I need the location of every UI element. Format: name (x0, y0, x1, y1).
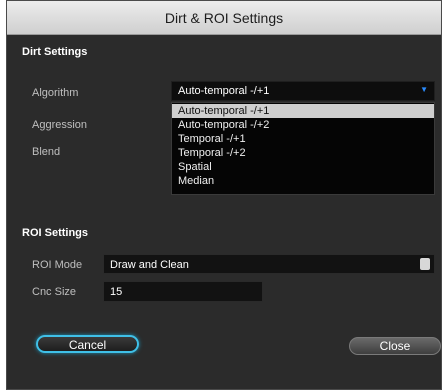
aggression-label: Aggression (32, 119, 88, 131)
algorithm-option[interactable]: Spatial (172, 160, 434, 174)
chevron-down-icon: ▼ (420, 85, 428, 94)
window-title: Dirt & ROI Settings (164, 9, 284, 26)
dirt-settings-heading: Dirt Settings (22, 46, 88, 58)
algorithm-option[interactable]: Temporal -/+1 (172, 132, 434, 146)
algorithm-label: Algorithm (32, 87, 79, 99)
cnc-size-field[interactable]: 15 (103, 281, 263, 302)
roi-settings-heading: ROI Settings (22, 227, 89, 239)
cancel-button[interactable]: Cancel (36, 335, 139, 353)
algorithm-option[interactable]: Auto-temporal -/+2 (172, 118, 434, 132)
close-button-label: Close (379, 339, 411, 353)
algorithm-option[interactable]: Auto-temporal -/+1 (172, 104, 434, 118)
algorithm-value: Auto-temporal -/+1 (178, 85, 270, 97)
roi-mode-select[interactable]: Draw and Clean (103, 254, 435, 274)
algorithm-select[interactable]: Auto-temporal -/+1 ▼ (171, 81, 435, 101)
algorithm-options-list: Auto-temporal -/+1 Auto-temporal -/+2 Te… (171, 102, 435, 195)
dropdown-toggle-icon (420, 258, 430, 270)
cnc-size-label: Cnc Size (32, 286, 77, 298)
algorithm-option[interactable]: Median (172, 174, 434, 188)
roi-mode-label: ROI Mode (32, 259, 83, 271)
cnc-size-value: 15 (110, 286, 123, 298)
close-button[interactable]: Close (349, 337, 441, 355)
cancel-button-label: Cancel (68, 338, 107, 352)
blend-label: Blend (32, 146, 61, 158)
roi-mode-value: Draw and Clean (110, 259, 189, 271)
title-bar[interactable]: Dirt & ROI Settings (7, 1, 441, 35)
algorithm-option[interactable]: Temporal -/+2 (172, 146, 434, 160)
settings-dialog: Dirt & ROI Settings Dirt Settings Algori… (6, 0, 442, 390)
